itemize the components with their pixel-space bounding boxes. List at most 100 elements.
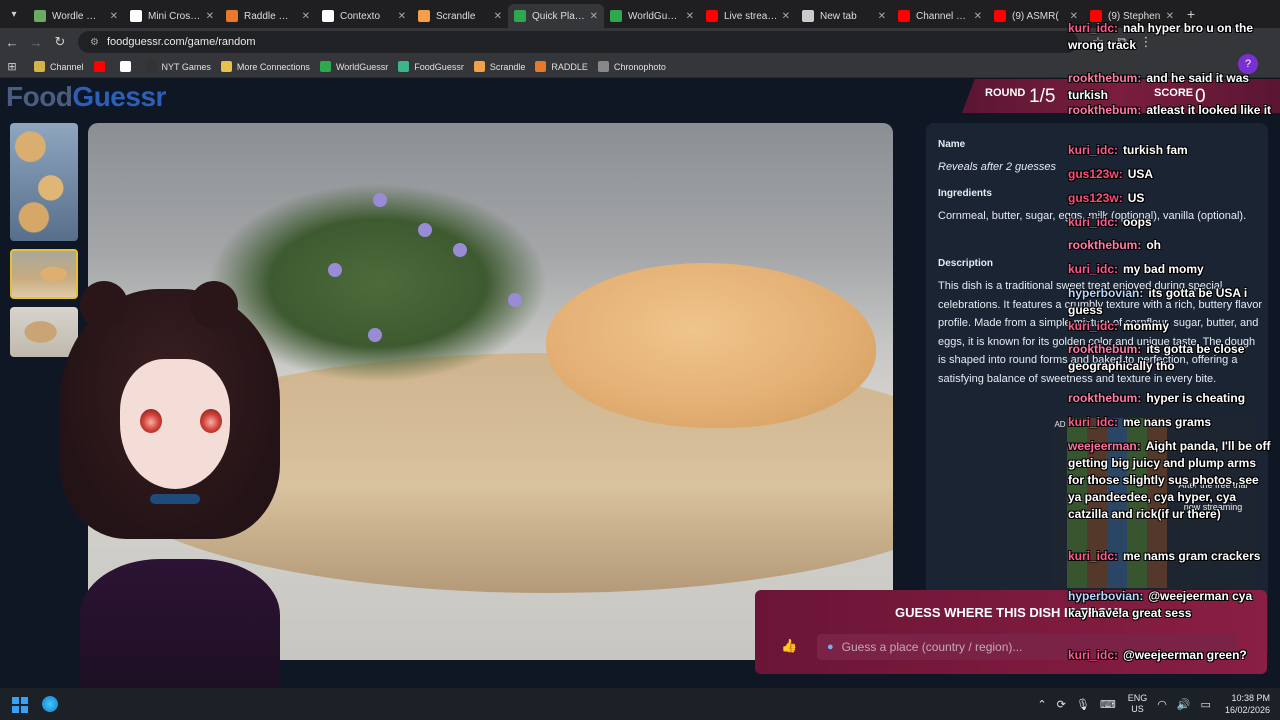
bookmark-icon [34, 61, 45, 72]
apps-icon[interactable]: ⊞ [0, 60, 24, 73]
chat-text: me nans grams [1123, 415, 1212, 429]
tab-favicon-icon [706, 10, 718, 22]
bookmark-label: RADDLE [551, 61, 588, 72]
tab-close-icon[interactable]: ✕ [110, 11, 118, 22]
chat-message: rookthebum: its gotta be close geographic… [1068, 341, 1273, 375]
bookmark-item[interactable] [93, 61, 110, 72]
tab-close-icon[interactable]: ✕ [878, 11, 886, 22]
lang-code: ENG [1127, 693, 1148, 703]
clock[interactable]: 10:38 PM 16/02/2026 [1225, 692, 1270, 716]
browser-tab[interactable]: Quick Play - ✕ [508, 4, 604, 28]
url-field[interactable]: ⚙ foodguessr.com/game/random [78, 31, 1078, 53]
tab-close-icon[interactable]: ✕ [590, 11, 598, 22]
bookmark-icon [473, 61, 485, 72]
region-code: US [1131, 704, 1144, 714]
forward-icon[interactable]: → [24, 35, 48, 50]
chevron-up-icon[interactable]: ⌃ [1037, 698, 1046, 711]
browser-tab[interactable]: Raddle — Th ✕ [220, 4, 316, 28]
chat-username: kuri_idc: [1068, 143, 1119, 157]
globe-icon: ● [827, 641, 834, 653]
bookmark-item[interactable]: RADDLE [535, 61, 588, 72]
microphone-icon[interactable]: 🎙 [1076, 698, 1090, 711]
sync-icon[interactable]: ⟳ [1057, 698, 1066, 711]
chat-text: my bad momy [1123, 262, 1204, 276]
browser-tab[interactable]: Live streami ✕ [700, 4, 796, 28]
browser-tab[interactable]: Contexto ✕ [316, 4, 412, 28]
battery-icon[interactable]: ▭ [1201, 698, 1211, 711]
bookmark-item[interactable]: More Connections [220, 61, 310, 72]
reload-icon[interactable]: ↻ [48, 34, 72, 50]
bookmark-item[interactable]: NYT Games [145, 61, 211, 72]
wifi-icon[interactable]: ◠ [1157, 698, 1167, 711]
bookmark-icon [220, 61, 232, 72]
chat-message: hyperbovian: @weejeerman cya kay have a g… [1068, 588, 1273, 622]
bookmark-item[interactable]: WorldGuessr [319, 61, 389, 72]
bookmark-item[interactable]: Chronophoto [597, 61, 666, 72]
chat-text: turkish fam [1123, 143, 1188, 157]
tab-title: Channel das [916, 10, 970, 22]
photo-thumbnail-1[interactable] [10, 123, 78, 241]
chat-username: rookthebum: [1068, 391, 1142, 405]
tab-search-icon[interactable]: ▾ [0, 0, 28, 28]
clock-date: 16/02/2026 [1224, 705, 1270, 715]
tab-close-icon[interactable]: ✕ [494, 11, 502, 22]
chat-username: rookthebum: [1068, 342, 1142, 356]
browser-tab[interactable]: Scrandle ✕ [412, 4, 508, 28]
ad-badge: AD [1054, 420, 1066, 429]
chat-username: kuri_idc: [1068, 21, 1119, 35]
chat-username: gus123w: [1068, 191, 1123, 205]
name-label: Name [938, 139, 966, 150]
logo-part2: Guessr [72, 81, 166, 112]
speaker-icon[interactable]: 🔊 [1177, 698, 1191, 711]
bookmark-item[interactable]: Scrandle [473, 61, 525, 72]
tab-close-icon[interactable]: ✕ [206, 11, 214, 22]
tab-title: WorldGuess [628, 10, 682, 22]
tab-strip: Wordle — Th ✕ Mini Crossw ✕ Raddle — Th ✕ Cont… [28, 0, 1180, 28]
tab-title: Live streami [724, 10, 778, 22]
bookmark-icon [119, 61, 131, 72]
browser-tab[interactable]: Mini Crossw ✕ [124, 4, 220, 28]
flower [418, 223, 432, 237]
browser-tab[interactable]: Channel das ✕ [892, 4, 988, 28]
bookmark-label: Channel [50, 61, 84, 72]
windows-start-icon[interactable] [12, 697, 28, 713]
chat-message: kuri_idc: @weejeerman green? [1068, 647, 1273, 664]
chat-username: kuri_idc: [1068, 648, 1119, 662]
bookmark-item[interactable] [119, 61, 136, 72]
tab-close-icon[interactable]: ✕ [686, 11, 694, 22]
browser-tab[interactable]: WorldGuess ✕ [604, 4, 700, 28]
flower [453, 243, 467, 257]
bookmark-item[interactable]: Channel [34, 61, 84, 72]
tab-title: Contexto [340, 10, 381, 22]
foodguessr-logo[interactable]: FoodGuessr [6, 81, 166, 113]
browser-tab[interactable]: Wordle — Th ✕ [28, 4, 124, 28]
site-info-icon[interactable]: ⚙ [90, 37, 99, 48]
bookmark-label: WorldGuessr [335, 61, 389, 72]
bookmark-list: Channel NYT Games More Connections WorldGue… [24, 61, 666, 72]
bookmark-label: Chronophoto [613, 61, 666, 72]
tab-close-icon[interactable]: ✕ [782, 11, 790, 22]
chat-text: US [1127, 191, 1145, 205]
keyboard-icon[interactable]: ⌨ [1100, 698, 1116, 711]
tab-title: (9) ASMR( [1012, 10, 1059, 22]
thumbs-up-icon[interactable]: 👍 [781, 638, 797, 654]
flower [373, 193, 387, 207]
bookmark-item[interactable]: FoodGuessr [398, 61, 464, 72]
chat-username: kuri_idc: [1068, 215, 1119, 229]
language-indicator[interactable]: ENG US [1128, 693, 1148, 715]
tab-title: Mini Crossw [148, 10, 202, 22]
chat-message: rookthebum: and he said it was turkish [1068, 70, 1273, 104]
ingredients-label: Ingredients [938, 188, 992, 199]
tab-close-icon[interactable]: ✕ [398, 11, 406, 22]
tab-favicon-icon [994, 10, 1006, 22]
bookmark-label: FoodGuessr [414, 61, 464, 72]
tab-favicon-icon [418, 10, 430, 22]
back-icon[interactable]: ← [0, 35, 24, 50]
tab-title: Wordle — Th [52, 10, 106, 22]
tab-close-icon[interactable]: ✕ [302, 11, 310, 22]
chat-message: weejeerman: Aight panda, I'll be off gett… [1068, 438, 1273, 523]
tab-close-icon[interactable]: ✕ [974, 11, 982, 22]
edge-icon[interactable] [42, 696, 58, 712]
browser-tab[interactable]: New tab ✕ [796, 4, 892, 28]
tab-favicon-icon [802, 10, 814, 22]
